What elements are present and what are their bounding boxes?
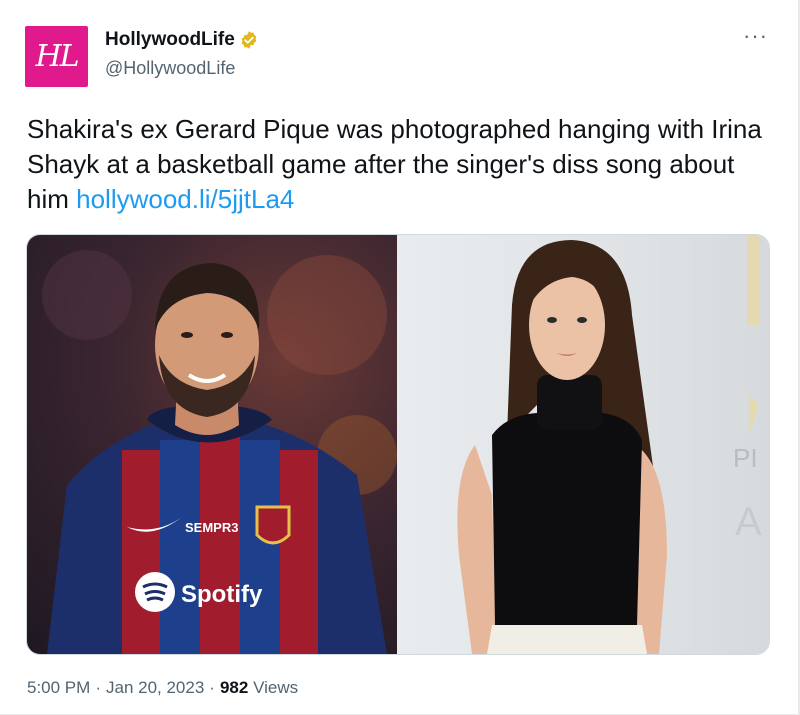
tweet-meta: 5:00 PM · Jan 20, 2023 · 982 Views (27, 678, 298, 698)
views[interactable]: 982 Views (220, 678, 298, 698)
tweet-text: Shakira's ex Gerard Pique was photograph… (27, 112, 777, 217)
jersey-spotify-text: Spotify (181, 581, 263, 608)
pique-illustration: SEMPR3 Spotify (42, 250, 397, 654)
tweet-date[interactable]: Jan 20, 2023 (106, 678, 204, 698)
meta-separator: · (209, 678, 215, 697)
more-options-icon[interactable]: ··· (743, 25, 768, 47)
photo-irina-shayk[interactable]: PI A (397, 235, 769, 654)
tweet-card[interactable]: HL HollywoodLife @HollywoodLife ··· Shak… (0, 0, 800, 715)
tweet-time[interactable]: 5:00 PM (27, 678, 90, 698)
backdrop-text-1: PI (733, 443, 758, 473)
jersey-sponsor-text: SEMPR3 (185, 520, 238, 535)
views-label: Views (253, 678, 299, 697)
photo-gerard-pique[interactable]: SEMPR3 Spotify (27, 235, 397, 654)
shayk-illustration: PI A (457, 235, 762, 654)
tweet-media[interactable]: SEMPR3 Spotify PI A (26, 234, 770, 655)
backdrop-text-2: A (735, 500, 762, 544)
display-name[interactable]: HollywoodLife (105, 29, 235, 51)
avatar[interactable]: HL (25, 26, 88, 87)
author-name-row[interactable]: HollywoodLife (105, 29, 259, 51)
meta-separator: · (95, 678, 101, 697)
verified-badge-icon (241, 31, 257, 49)
views-count: 982 (219, 678, 249, 697)
tweet-link[interactable]: hollywood.li/5jjtLa4 (76, 184, 294, 214)
avatar-logo-text: HL (35, 39, 79, 74)
user-handle[interactable]: @HollywoodLife (105, 58, 235, 79)
